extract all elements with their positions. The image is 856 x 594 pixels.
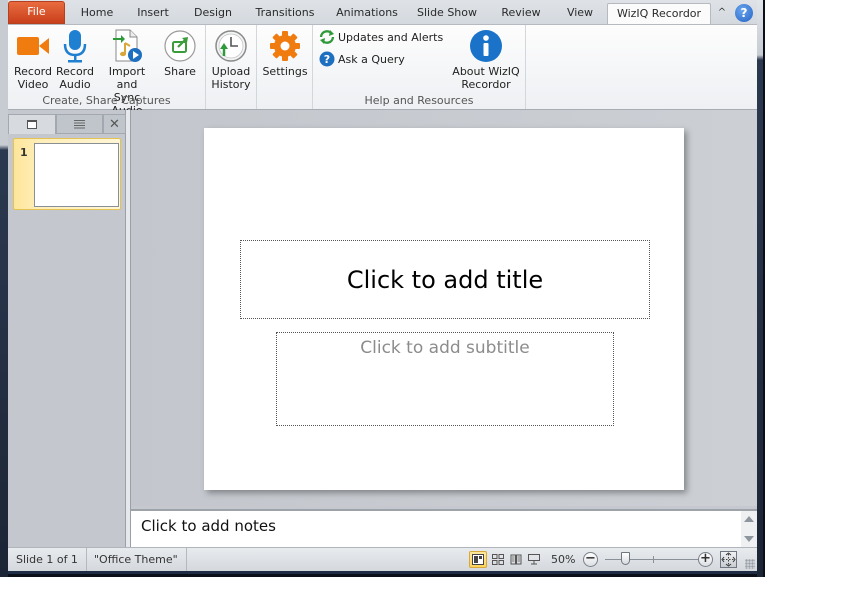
close-icon: ✕ [109,116,120,132]
record-video-button[interactable]: Record Video [12,27,54,93]
tab-wiziq-recordor[interactable]: WizIQ Recordor [607,3,711,25]
status-bar: Slide 1 of 1 "Office Theme" 50% − + [8,547,757,571]
record-audio-label: Record Audio [55,65,94,91]
title-placeholder[interactable]: Click to add title [240,240,650,319]
chevron-up-icon: ^ [717,7,727,18]
collapse-ribbon-button[interactable]: ^ [715,6,729,20]
share-label: Share [164,65,196,78]
slide-canvas[interactable]: Click to add title Click to add subtitle [204,128,684,490]
normal-view-button[interactable] [469,551,487,568]
ribbon-tab-bar: File Home Insert Design Transitions Anim… [8,0,757,25]
plus-icon: + [700,551,711,566]
question-icon: ? [319,51,335,67]
clock-icon [215,30,247,62]
reading-view-icon [510,554,522,565]
tab-file[interactable]: File [8,1,65,24]
normal-view-icon [472,554,484,565]
zoom-out-button[interactable]: − [583,552,598,567]
group-settings: Settings [257,25,313,109]
upload-history-button[interactable]: Upload History [210,27,252,93]
help-icon: ? [740,6,748,20]
tab-transitions[interactable]: Transitions [248,3,322,25]
tab-design[interactable]: Design [186,3,240,25]
import-sync-audio-button[interactable]: Import and Sync Audio [97,27,157,117]
slides-tab[interactable] [8,114,56,134]
minus-icon: − [585,551,596,566]
tab-view[interactable]: View [560,3,600,25]
slide-show-icon [528,554,540,565]
group-label-create-share: Create, Share Captures [42,94,171,107]
tab-review[interactable]: Review [496,3,546,25]
ribbon-tools: ^ ? [715,3,753,23]
zoom-in-button[interactable]: + [698,552,713,567]
outline-tab[interactable] [56,114,103,134]
share-icon [164,30,196,62]
share-button[interactable]: Share [160,27,200,93]
fit-to-window-button[interactable] [720,551,737,568]
subtitle-placeholder[interactable]: Click to add subtitle [276,332,614,426]
about-wiziq-label: About WizIQ Recordor [452,65,520,91]
ask-query-button[interactable]: ? Ask a Query [319,50,405,68]
scroll-up-icon[interactable] [744,516,754,522]
group-help-resources: Updates and Alerts ? Ask a Query About W… [313,25,526,109]
settings-button[interactable]: Settings [261,27,309,93]
info-icon [470,30,502,62]
video-camera-icon [17,37,49,55]
group-label-help-resources: Help and Resources [364,94,474,107]
upload-history-label: Upload History [211,65,251,91]
ask-query-label: Ask a Query [338,52,405,66]
zoom-slider-midpoint [653,556,654,563]
tab-animations[interactable]: Animations [331,3,403,25]
workspace: ✕ 1 Click to add title Click to add subt… [8,110,757,547]
slide-number: 1 [20,146,28,159]
powerpoint-window: File Home Insert Design Transitions Anim… [0,0,765,577]
ribbon: Record Video Record Audio Import and Syn… [8,24,757,117]
settings-label: Settings [262,65,308,78]
window-frame-left [0,0,8,577]
fit-window-icon [721,552,736,567]
tab-home[interactable]: Home [72,3,122,25]
updates-alerts-label: Updates and Alerts [338,30,444,44]
slide-show-button[interactable] [525,551,543,568]
svg-text:?: ? [324,53,330,66]
slide-count: Slide 1 of 1 [8,548,87,571]
reading-view-button[interactable] [507,551,525,568]
gear-icon [270,31,300,61]
notes-pane[interactable]: Click to add notes [131,509,757,547]
updates-alerts-button[interactable]: Updates and Alerts [319,28,443,46]
group-upload-history: Upload History [206,25,257,109]
notes-scrollbar[interactable] [741,511,757,547]
help-button[interactable]: ? [735,4,753,22]
scroll-down-icon[interactable] [744,536,754,542]
microphone-icon [63,30,87,63]
slides-icon [27,120,37,129]
resize-grip[interactable] [745,559,755,569]
notes-placeholder[interactable]: Click to add notes [141,517,276,535]
about-wiziq-button[interactable]: About WizIQ Recordor [448,27,524,93]
record-audio-button[interactable]: Record Audio [54,27,96,93]
slide-thumbnail-preview [34,143,119,207]
slides-pane-tabs: ✕ [8,114,126,134]
tab-slide-show[interactable]: Slide Show [412,3,482,25]
slide-thumbnail[interactable]: 1 [13,138,121,210]
zoom-level[interactable]: 50% [551,548,575,571]
slide-sorter-button[interactable] [489,551,507,568]
zoom-slider-thumb[interactable] [621,552,631,565]
refresh-icon [319,30,335,44]
close-pane-button[interactable]: ✕ [103,114,126,134]
window-frame-right [757,0,763,577]
group-create-share-captures: Record Video Record Audio Import and Syn… [8,25,206,117]
outline-icon [74,119,85,129]
import-audio-icon [113,29,142,62]
slide-sorter-icon [492,554,504,565]
slides-pane: ✕ 1 [8,110,126,547]
slide-editing-area: Click to add title Click to add subtitle [131,110,757,506]
tab-insert[interactable]: Insert [126,3,180,25]
theme-name[interactable]: "Office Theme" [86,548,187,571]
record-video-label: Record Video [13,65,52,91]
